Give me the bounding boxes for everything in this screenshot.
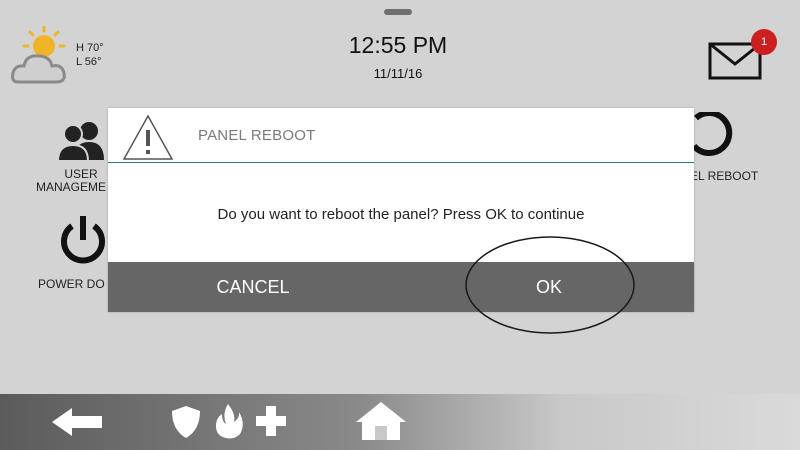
dialog-header: PANEL REBOOT — [108, 108, 694, 162]
dialog-message: Do you want to reboot the panel? Press O… — [217, 206, 585, 223]
back-arrow-icon[interactable] — [50, 406, 104, 438]
low-temp: L 56° — [76, 56, 102, 68]
home-icon[interactable] — [354, 400, 408, 442]
reboot-icon — [691, 112, 733, 156]
annotation-circle — [465, 236, 635, 334]
weather-temps: H 70° L 56° — [76, 41, 104, 69]
clock-date: 11/11/16 — [373, 66, 423, 81]
messages-badge: 1 — [751, 29, 777, 55]
warning-icon — [122, 114, 174, 160]
partly-cloudy-icon — [11, 25, 66, 84]
tile-power-down-label: POWER DO — [38, 277, 105, 291]
users-icon — [56, 122, 104, 162]
tile-user-management[interactable]: USER MANAGEME — [30, 120, 108, 200]
clock-time: 12:55 PM — [348, 32, 448, 58]
dialog-title: PANEL REBOOT — [198, 127, 316, 144]
tile-power-down[interactable]: POWER DO — [30, 214, 108, 294]
medical-cross-icon[interactable] — [254, 404, 288, 438]
top-pull-tab[interactable] — [384, 9, 412, 15]
cancel-button[interactable]: CANCEL — [108, 262, 398, 312]
bottom-nav-bar — [0, 394, 800, 450]
fire-icon[interactable] — [212, 402, 244, 440]
dialog-divider — [108, 162, 694, 163]
tile-panel-reboot-label: EL REBOOT — [690, 169, 759, 183]
high-temp: H 70° — [76, 42, 104, 54]
tile-panel-reboot[interactable]: EL REBOOT — [690, 112, 800, 192]
shield-icon[interactable] — [170, 404, 202, 440]
power-icon — [61, 216, 105, 264]
